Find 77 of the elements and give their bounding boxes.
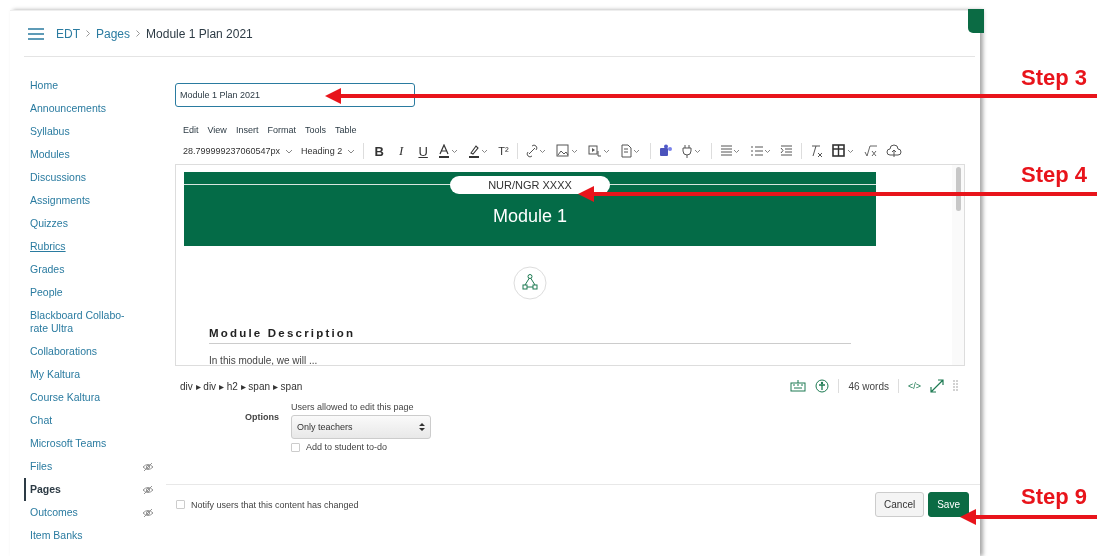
cancel-button[interactable]: Cancel <box>875 492 925 517</box>
html-editor-toggle[interactable]: </> <box>908 381 921 391</box>
teams-icon[interactable] <box>658 144 673 158</box>
document-icon[interactable] <box>619 144 642 158</box>
sidebar-link[interactable]: Quizzes <box>30 217 68 230</box>
checkbox-label: Notify users that this content has changed <box>191 499 359 510</box>
menu-item[interactable]: Table <box>334 125 357 135</box>
sidebar-link[interactable]: Outcomes <box>30 506 78 519</box>
editor-area[interactable]: NUR/NGR XXXX Module 1 Module Description In this module, we will ... <box>175 164 965 366</box>
network-icon <box>513 266 547 300</box>
sidebar-link[interactable]: Files <box>30 460 53 473</box>
media-icon[interactable] <box>587 144 612 158</box>
format-button[interactable]: B <box>372 143 387 159</box>
checkbox-label: Add to student to-do <box>306 442 388 452</box>
sidebar-link[interactable]: Course Kaltura <box>30 391 101 404</box>
caret-icon <box>347 148 356 154</box>
link-icon[interactable] <box>525 144 548 158</box>
superscript-button[interactable]: T² <box>498 145 509 157</box>
format-button[interactable]: U <box>416 143 431 159</box>
scrollbar[interactable] <box>952 165 964 365</box>
sidebar-link[interactable]: Assignments <box>30 194 91 207</box>
menu-item[interactable]: Edit <box>183 125 199 135</box>
save-button[interactable]: Save <box>928 492 969 517</box>
clear-format-icon[interactable] <box>809 144 824 158</box>
fullscreen-icon[interactable] <box>930 379 944 393</box>
list-icon[interactable] <box>749 144 772 158</box>
chevron-right-icon <box>86 30 90 37</box>
paragraph-text: In this module, we will ... <box>209 355 319 365</box>
chevron-right-icon <box>136 30 141 37</box>
sidebar-link[interactable]: Pages <box>30 483 61 496</box>
sidebar-link[interactable]: Discussions <box>30 171 87 184</box>
breadcrumb-link[interactable]: EDT <box>56 26 80 41</box>
sidebar-link[interactable]: Microsoft Teams <box>30 437 107 450</box>
menu-icon[interactable] <box>28 27 44 40</box>
menu-item[interactable]: Format <box>267 125 296 135</box>
notify-checkbox[interactable] <box>176 500 185 509</box>
sidebar-link[interactable]: Blackboard Collabo-rate Ultra <box>30 309 126 335</box>
sidebar-link[interactable]: Item Banks <box>30 529 83 542</box>
font-size-dropdown[interactable]: 28.799999237060547px <box>183 146 294 156</box>
section-heading: Module Description <box>209 326 357 340</box>
block-format-dropdown[interactable]: Heading 2 <box>301 146 356 156</box>
sidebar-link[interactable]: Collaborations <box>30 345 98 358</box>
select-arrows-icon <box>419 422 425 432</box>
image-icon[interactable] <box>555 144 580 158</box>
sidebar-link[interactable]: Syllabus <box>30 125 70 138</box>
sidebar-link[interactable]: Announcements <box>30 102 106 115</box>
caret-icon <box>285 148 294 154</box>
plug-icon[interactable] <box>680 144 703 158</box>
keyboard-icon[interactable] <box>790 380 807 392</box>
sidebar-link[interactable]: Rubrics <box>30 240 66 253</box>
accessibility-icon[interactable] <box>815 379 830 393</box>
breadcrumb-link[interactable]: Pages <box>96 26 131 41</box>
menu-item[interactable]: View <box>207 125 227 135</box>
format-button[interactable]: I <box>394 143 409 159</box>
sidebar-link[interactable]: Chat <box>30 414 53 427</box>
todo-checkbox[interactable] <box>291 442 300 452</box>
resize-handle-icon[interactable] <box>953 380 959 392</box>
edit-permission-select[interactable]: Only teachers <box>291 415 431 439</box>
sidebar-link[interactable]: My Kaltura <box>30 368 81 381</box>
sidebar-link[interactable]: People <box>30 286 63 299</box>
table-icon[interactable] <box>831 144 856 158</box>
menu-item[interactable]: Tools <box>304 125 326 135</box>
word-count[interactable]: 46 words <box>848 380 889 392</box>
field-label: Users allowed to edit this page <box>291 402 415 412</box>
sidebar-link[interactable]: Home <box>30 79 58 92</box>
sidebar-link[interactable]: Grades <box>30 263 65 276</box>
indent-icon[interactable] <box>779 144 793 158</box>
equation-icon[interactable] <box>863 144 878 158</box>
menu-item[interactable]: Insert <box>235 125 259 135</box>
options-label: Options <box>245 412 279 424</box>
title-field[interactable]: Module 1 Plan 2021 <box>175 83 415 107</box>
banner-title: Module 1 <box>492 206 568 227</box>
course-code: NUR/NGR XXXX <box>450 176 610 194</box>
element-path[interactable]: div ▸ div ▸ h2 ▸ span ▸ span <box>180 380 303 392</box>
sidebar-link[interactable]: Modules <box>30 148 70 161</box>
cloud-icon[interactable] <box>885 144 902 158</box>
align-icon[interactable] <box>719 144 742 158</box>
